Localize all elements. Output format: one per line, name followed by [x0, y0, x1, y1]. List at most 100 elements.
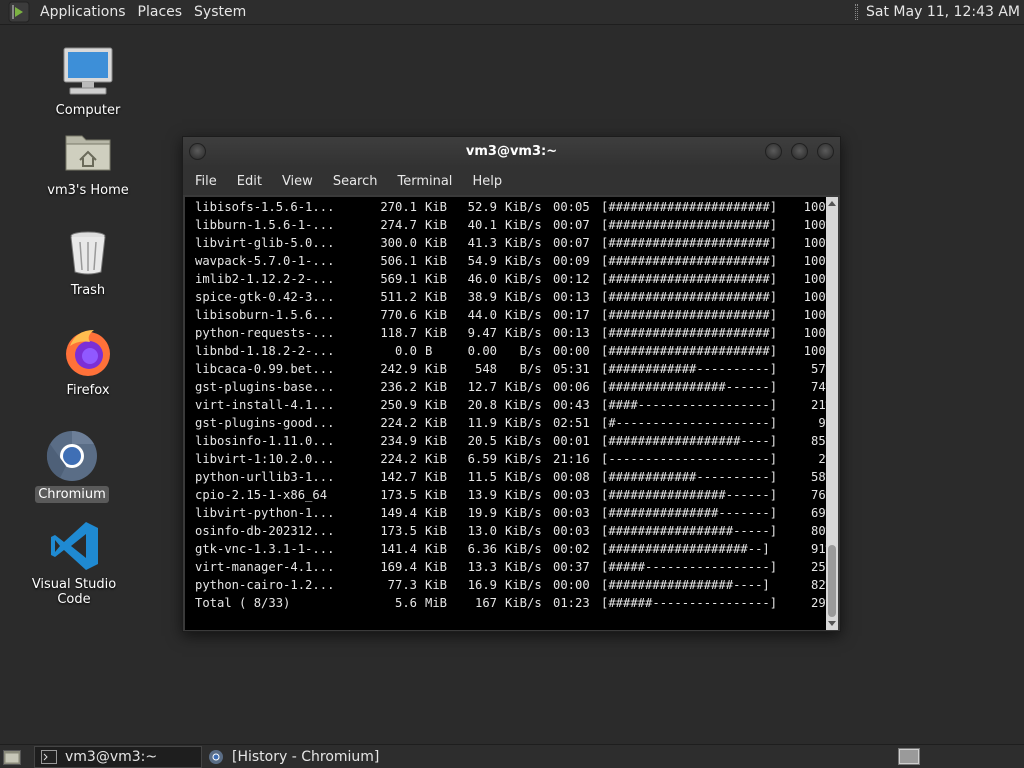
desktop-icon-computer[interactable]: Computer: [28, 44, 148, 119]
close-icon[interactable]: [817, 143, 834, 160]
row-eta: 00:03: [553, 488, 590, 502]
window-menu-icon[interactable]: [189, 143, 206, 160]
row-runit: KiB/s: [505, 254, 542, 268]
download-row: Total ( 8/33) 5.6 MiB 167 KiB/s 01:23 [######-…: [195, 594, 826, 612]
desktop-icon-chromium[interactable]: Chromium: [12, 428, 132, 503]
desktop-icon-label: Firefox: [66, 383, 110, 398]
row-runit: KiB/s: [505, 542, 542, 556]
row-name: libosinfo-1.11.0...: [195, 434, 335, 448]
menu-edit[interactable]: Edit: [229, 174, 270, 189]
row-rate: 38.9: [467, 290, 497, 304]
row-name: gst-plugins-good...: [195, 416, 335, 430]
minimize-icon[interactable]: [765, 143, 782, 160]
desktop-icon-home[interactable]: vm3's Home: [28, 124, 148, 199]
row-runit: B/s: [505, 344, 542, 358]
row-unit: KiB: [425, 380, 448, 394]
row-rate: 11.9: [467, 416, 497, 430]
scrollbar-thumb[interactable]: [828, 545, 836, 617]
row-eta: 00:09: [553, 254, 590, 268]
menu-view[interactable]: View: [274, 174, 321, 189]
menu-applications[interactable]: Applications: [34, 0, 132, 25]
row-pct: 100%: [803, 218, 826, 232]
row-eta: 00:17: [553, 308, 590, 322]
row-eta: 01:23: [553, 596, 590, 610]
row-pct: 2%: [818, 452, 826, 466]
menu-places[interactable]: Places: [132, 0, 189, 25]
download-row: libvirt-glib-5.0... 300.0 KiB 41.3 KiB/s 00:0…: [195, 234, 826, 252]
row-name: libnbd-1.18.2-2-...: [195, 344, 335, 358]
row-size: 300.0: [380, 236, 417, 250]
row-unit: KiB: [425, 488, 448, 502]
row-name: osinfo-db-202312...: [195, 524, 335, 538]
scroll-up-icon[interactable]: [828, 201, 836, 206]
row-name: python-urllib3-1...: [195, 470, 335, 484]
row-unit: KiB: [425, 236, 448, 250]
row-size: 770.6: [380, 308, 417, 322]
row-bar: [----------------------]: [601, 452, 778, 466]
row-name: virt-manager-4.1...: [195, 560, 335, 574]
row-pct: 100%: [803, 272, 826, 286]
row-runit: KiB/s: [505, 560, 542, 574]
row-bar: [#####-----------------]: [601, 560, 778, 574]
row-pct: 69%: [810, 506, 826, 520]
download-row: virt-manager-4.1... 169.4 KiB 13.3 KiB/s 00:3…: [195, 558, 826, 576]
row-runit: KiB/s: [505, 596, 542, 610]
row-bar: [######################]: [601, 200, 778, 214]
row-runit: KiB/s: [505, 272, 542, 286]
desktop-icon-label: Visual Studio Code: [31, 577, 117, 607]
row-name: python-cairo-1.2...: [195, 578, 335, 592]
terminal-titlebar[interactable]: vm3@vm3:~: [183, 137, 840, 167]
row-rate: 19.9: [467, 506, 497, 520]
terminal-menubar: File Edit View Search Terminal Help: [183, 167, 840, 195]
menu-help[interactable]: Help: [464, 174, 510, 189]
row-pct: 100%: [803, 254, 826, 268]
terminal-output[interactable]: libisofs-1.5.6-1... 270.1 KiB 52.9 KiB/s 00:0…: [185, 197, 826, 630]
row-pct: 21%: [810, 398, 826, 412]
menu-search[interactable]: Search: [325, 174, 386, 189]
row-bar: [################------]: [601, 488, 778, 502]
clock[interactable]: Sat May 11, 12:43 AM: [866, 4, 1020, 20]
row-bar: [#---------------------]: [601, 416, 778, 430]
row-pct: 76%: [810, 488, 826, 502]
row-name: libcaca-0.99.bet...: [195, 362, 335, 376]
row-rate: 11.5: [467, 470, 497, 484]
download-row: libisofs-1.5.6-1... 270.1 KiB 52.9 KiB/s 00:0…: [195, 198, 826, 216]
desktop-icon-firefox[interactable]: Firefox: [28, 324, 148, 399]
desktop-icon-trash[interactable]: Trash: [28, 224, 148, 299]
taskbar-item-chromium[interactable]: [History - Chromium]: [202, 746, 402, 768]
taskbar-item-terminal[interactable]: vm3@vm3:~: [34, 746, 202, 768]
desktop-icon-vscode[interactable]: Visual Studio Code: [14, 518, 134, 608]
row-rate: 54.9: [467, 254, 497, 268]
row-runit: KiB/s: [505, 200, 542, 214]
desktop-icon-label: vm3's Home: [47, 183, 129, 198]
menu-system[interactable]: System: [188, 0, 252, 25]
row-size: 506.1: [380, 254, 417, 268]
row-eta: 00:06: [553, 380, 590, 394]
terminal-scrollbar[interactable]: [826, 197, 838, 630]
row-eta: 00:02: [553, 542, 590, 556]
workspace-switcher-icon[interactable]: [898, 748, 920, 765]
chromium-icon: [44, 428, 100, 484]
row-eta: 00:03: [553, 506, 590, 520]
maximize-icon[interactable]: [791, 143, 808, 160]
row-bar: [######################]: [601, 308, 778, 322]
row-unit: KiB: [425, 578, 448, 592]
download-row: libcaca-0.99.bet... 242.9 KiB 548 B/s 05:31 […: [195, 360, 826, 378]
row-pct: 85%: [810, 434, 826, 448]
menu-terminal[interactable]: Terminal: [389, 174, 460, 189]
row-unit: MiB: [425, 596, 448, 610]
download-row: gst-plugins-base... 236.2 KiB 12.7 KiB/s 00:0…: [195, 378, 826, 396]
applications-menu-icon[interactable]: [8, 1, 30, 23]
row-size: 511.2: [380, 290, 417, 304]
row-pct: 91%: [810, 542, 826, 556]
scroll-down-icon[interactable]: [828, 621, 836, 626]
row-name: virt-install-4.1...: [195, 398, 335, 412]
row-rate: 20.5: [467, 434, 497, 448]
show-desktop-icon[interactable]: [3, 748, 21, 765]
menu-file[interactable]: File: [187, 174, 225, 189]
row-unit: B: [425, 344, 433, 358]
row-bar: [######################]: [601, 326, 778, 340]
terminal-window[interactable]: vm3@vm3:~ File Edit View Search Terminal…: [182, 136, 841, 632]
download-row: spice-gtk-0.42-3... 511.2 KiB 38.9 KiB/s 00:1…: [195, 288, 826, 306]
download-row: libburn-1.5.6-1-... 274.7 KiB 40.1 KiB/s 00:0…: [195, 216, 826, 234]
